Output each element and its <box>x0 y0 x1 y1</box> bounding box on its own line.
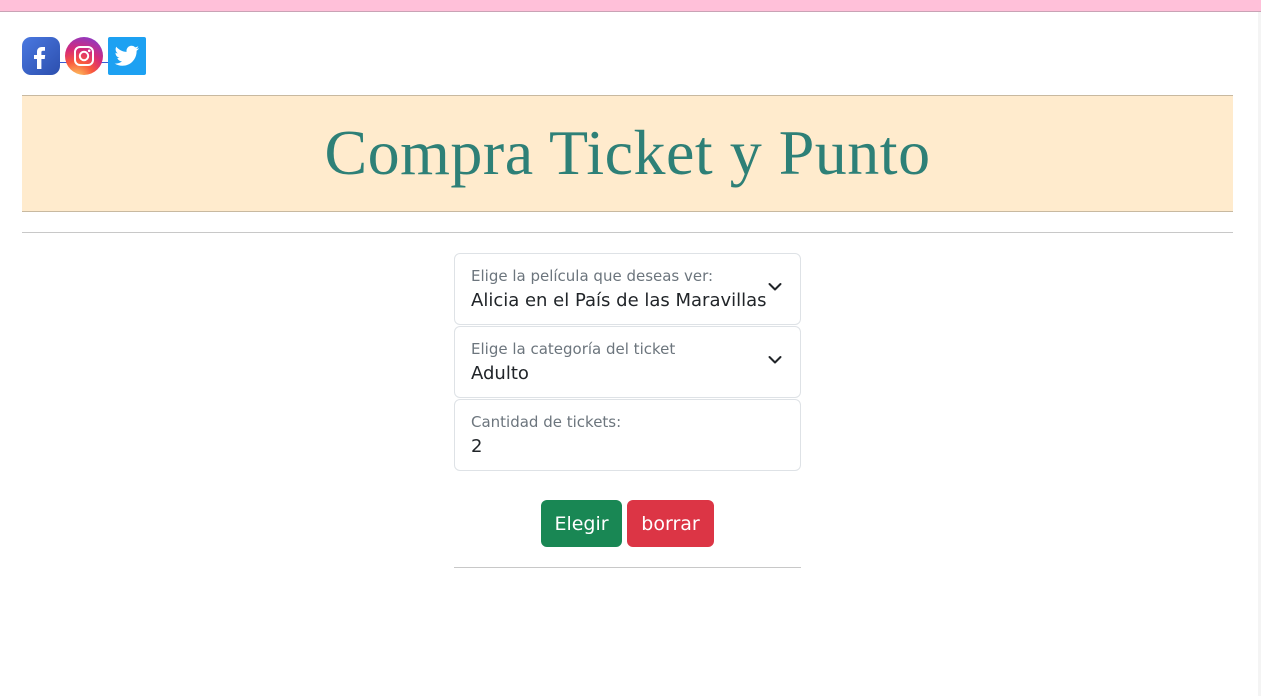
facebook-icon[interactable] <box>22 37 60 75</box>
category-select-value: Adulto <box>471 363 529 384</box>
instagram-icon[interactable] <box>65 37 103 75</box>
form-divider <box>454 567 801 568</box>
reset-button[interactable]: borrar <box>627 500 714 547</box>
header-banner: Compra Ticket y Punto <box>22 95 1233 212</box>
page-title: Compra Ticket y Punto <box>324 116 931 188</box>
top-strip <box>0 0 1261 12</box>
chevron-down-icon <box>768 283 782 291</box>
quantity-input[interactable]: Cantidad de tickets: 2 <box>454 399 801 471</box>
submit-button[interactable]: Elegir <box>541 500 622 547</box>
movie-select-value: Alicia en el País de las Maravillas <box>471 290 767 311</box>
category-select-label: Elige la categoría del ticket <box>471 340 676 358</box>
movie-select[interactable]: Elige la película que deseas ver: Alicia… <box>454 253 801 325</box>
quantity-input-value[interactable]: 2 <box>471 436 482 457</box>
movie-select-label: Elige la película que deseas ver: <box>471 267 714 285</box>
social-links <box>22 37 146 75</box>
quantity-input-label: Cantidad de tickets: <box>471 413 622 431</box>
chevron-down-icon <box>768 356 782 364</box>
category-select[interactable]: Elige la categoría del ticket Adulto <box>454 326 801 398</box>
ticket-form: Elige la película que deseas ver: Alicia… <box>454 253 801 472</box>
divider <box>22 232 1233 233</box>
twitter-icon[interactable] <box>108 37 146 75</box>
